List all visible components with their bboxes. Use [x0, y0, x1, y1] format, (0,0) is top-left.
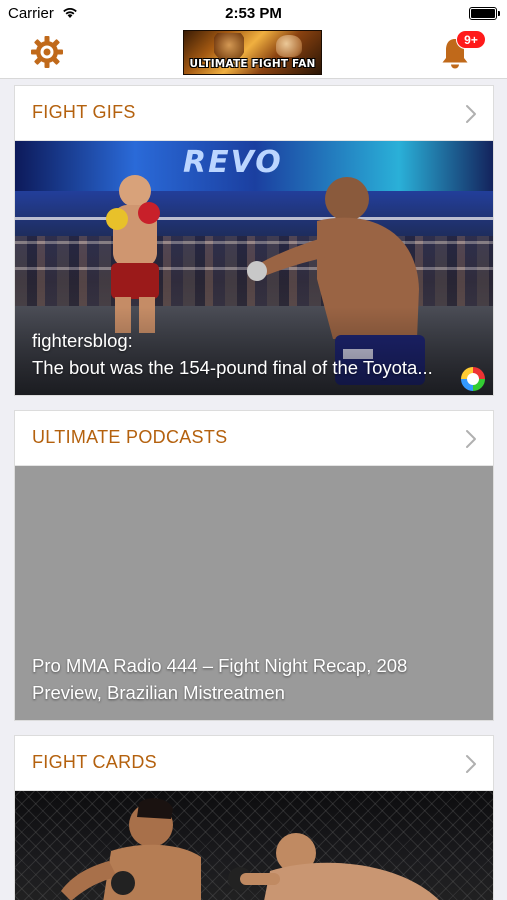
chevron-right-icon	[466, 105, 476, 123]
status-bar: Carrier 2:53 PM	[0, 0, 507, 27]
notification-badge: 9+	[456, 30, 486, 49]
fight-gifs-header[interactable]: FIGHT GIFS	[15, 86, 493, 141]
section-title: FIGHT GIFS	[32, 102, 136, 122]
fight-gif-image[interactable]: REVO fightersblog: The bout was the 154-…	[15, 141, 493, 395]
clock-label: 2:53 PM	[225, 5, 282, 22]
caption-text: The bout was the 154-pound final of the …	[32, 357, 433, 378]
battery-level	[471, 9, 495, 18]
podcasts-header[interactable]: ULTIMATE PODCASTS	[15, 411, 493, 466]
podcast-image[interactable]: Pro MMA Radio 444 – Fight Night Recap, 2…	[15, 466, 493, 720]
caption-source: fightersblog:	[32, 330, 133, 351]
navigation-bar: ULTIMATE FIGHT FAN 9+	[0, 27, 507, 79]
fight-gifs-card[interactable]: FIGHT GIFS REVO fightersblog: The bout w…	[14, 85, 494, 396]
battery-nub	[498, 11, 500, 16]
caption-line-2: Preview, Brazilian Mistreatmen	[32, 682, 285, 703]
chevron-right-icon	[466, 755, 476, 773]
section-title: ULTIMATE PODCASTS	[32, 427, 228, 447]
podcasts-card[interactable]: ULTIMATE PODCASTS Pro MMA Radio 444 – Fi…	[14, 410, 494, 721]
gear-icon[interactable]	[28, 33, 66, 71]
fight-gif-caption: fightersblog: The bout was the 154-pound…	[32, 327, 481, 381]
chevron-right-icon	[466, 430, 476, 448]
logo-text: ULTIMATE FIGHT FAN	[189, 58, 316, 70]
fight-cards-image[interactable]	[15, 791, 493, 900]
battery-icon	[469, 7, 500, 20]
fight-cards-card[interactable]: FIGHT CARDS	[14, 735, 494, 900]
fight-cards-header[interactable]: FIGHT CARDS	[15, 736, 493, 791]
caption-line-1: Pro MMA Radio 444 – Fight Night Recap, 2…	[32, 655, 408, 676]
fighter-right	[228, 833, 439, 900]
podcast-caption: Pro MMA Radio 444 – Fight Night Recap, 2…	[32, 652, 481, 706]
section-title: FIGHT CARDS	[32, 752, 157, 772]
logo-fist-graphic	[276, 35, 302, 57]
app-logo: ULTIMATE FIGHT FAN	[183, 30, 322, 75]
